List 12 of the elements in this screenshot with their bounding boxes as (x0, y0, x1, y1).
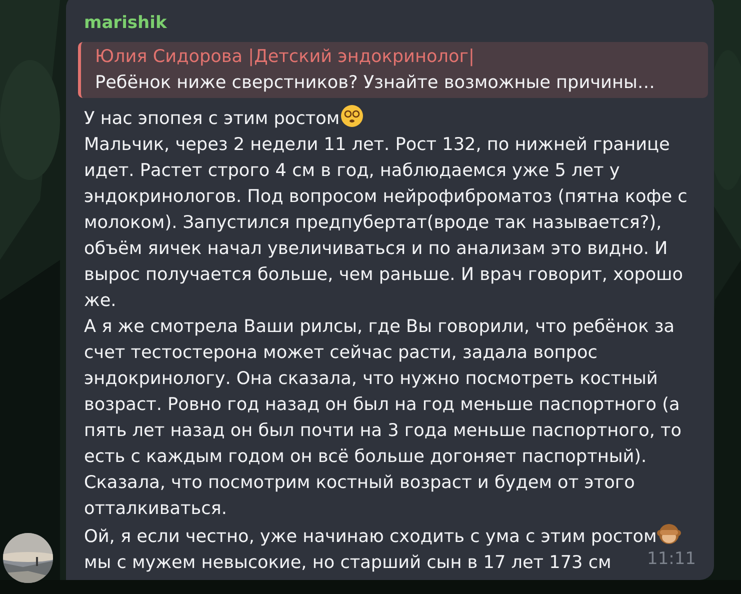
reply-quote[interactable]: Юлия Сидорова |Детский эндокринолог| Ребёнок ниже сверстников? Узнайте возможные причины… (78, 42, 708, 98)
message-time: 11:11 (647, 548, 696, 571)
monkey-icon (656, 522, 681, 546)
message-text: мы с мужем невысокие, но старший сын в 17 лет 173 см (84, 553, 612, 573)
message-text: Ой, я если честно, уже начинаю сходить с ума с этим ростом (84, 527, 657, 547)
reply-text: Ребёнок ниже сверстников? Узнайте возможные причины… (95, 72, 656, 95)
message-text: Мальчик, через 2 недели 11 лет. Рост 132, по нижней границе идет. Растет строго 4 см в год, наблюдаемся уже 5 лет у эндокринологов. Под вопросом нейрофиброматоз (пятна кофе с молоком). Запустился предпубертат(вроде так называется?), объём яичек начал увеличиваться и по анализам это видно. И вырос получается больше, чем раньше. И врач говорит, хорошо же. (84, 135, 688, 311)
sender-name[interactable]: marishik (84, 10, 698, 36)
message-text: У нас эпопея с этим ростом (84, 109, 340, 129)
dizzy-face-icon (340, 104, 364, 128)
reply-author: Юлия Сидорова |Детский эндокринолог| (95, 46, 476, 69)
message-text: А я же смотрела Ваши рилсы, где Вы говорили, что ребёнок за счет тестостерона может сейчас расти, задала вопрос эндокринологу. Она сказала, что нужно посмотреть костный возраст. Ровно год назад он был на год меньше паспортного (а пять лет назад он был почти на 3 года меньше паспортного, то есть с каждым годом он всё больше догоняет паспортный). Сказала, что посмотрим костный возраст и будем от этого отталкиваться. (84, 317, 682, 519)
